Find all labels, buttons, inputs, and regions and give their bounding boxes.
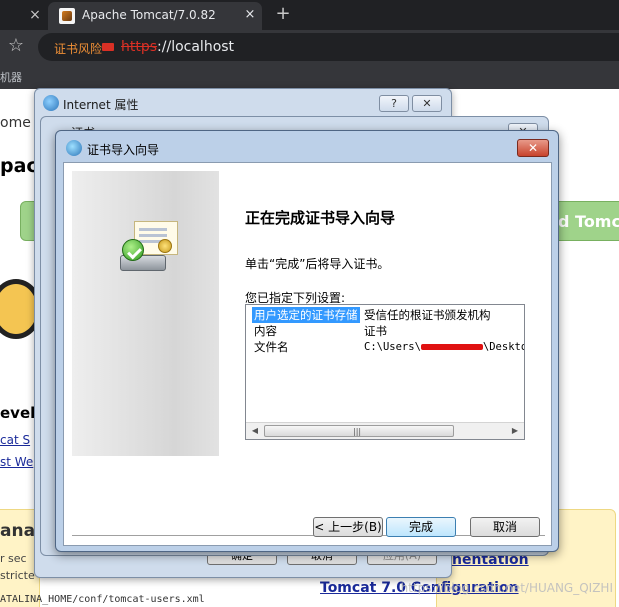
wizard-close-button[interactable]: ✕ [517, 139, 549, 157]
horizontal-scrollbar[interactable]: ◀ ||| ▶ [246, 422, 524, 439]
tab-close-icon[interactable]: × [242, 7, 258, 23]
wizard-title: 证书导入向导 [87, 143, 160, 157]
setting-key: 内容 [254, 324, 277, 338]
bookmark-item[interactable]: 机器 [0, 69, 22, 85]
inactive-tab-close-icon[interactable]: × [26, 6, 44, 24]
scroll-thumb[interactable]: ||| [264, 425, 454, 437]
scroll-left-icon[interactable]: ◀ [248, 425, 262, 437]
redaction-mark [420, 344, 483, 350]
help-button[interactable]: ? [379, 95, 409, 112]
url-host: ://localhost [157, 39, 235, 55]
browser-tab-bar: × Apache Tomcat/7.0.82 × + [0, 0, 619, 30]
wizard-description: 单击“完成”后将导入证书。 [245, 257, 390, 271]
setting-value: 受信任的根证书颁发机构 [364, 308, 491, 322]
file-path-prefix: C:\Users\ [364, 341, 421, 353]
wizard-heading: 正在完成证书导入向导 [245, 209, 396, 227]
developer-link-2[interactable]: st We [0, 455, 33, 469]
url-text[interactable]: https://localhost [121, 39, 234, 55]
tomcat-banner-text: d Tomc [558, 212, 619, 231]
wizard-title-icon [66, 140, 82, 156]
setting-value: 证书 [364, 324, 387, 338]
certificate-import-wizard: 证书导入向导 ✕ 正在完成证书导入向导 单击“完成”后将导入证书。 您已指定下列… [55, 130, 559, 552]
certificate-import-icon [120, 221, 182, 281]
bookmark-star-icon[interactable]: ☆ [5, 35, 27, 57]
finish-button[interactable]: 完成 [386, 517, 456, 537]
setting-key: 文件名 [254, 340, 289, 354]
url-scheme: https [121, 39, 158, 55]
watermark-text: https://blog.csdn.net/HUANG_QIZHI [400, 581, 613, 595]
wizard-titlebar[interactable]: 证书导入向导 ✕ [56, 131, 558, 161]
security-text-3: ATALINA_HOME/conf/tomcat-users.xml [0, 594, 205, 605]
insecure-warning-icon [102, 43, 114, 51]
wizard-cancel-button[interactable]: 取消 [470, 517, 540, 537]
wizard-content: 正在完成证书导入向导 单击“完成”后将导入证书。 您已指定下列设置: 用户选定的… [63, 162, 552, 546]
setting-value: C:\Users\ \Desktop [364, 339, 524, 355]
developer-link-1[interactable]: cat S [0, 433, 30, 447]
tab-title: Apache Tomcat/7.0.82 [82, 8, 216, 22]
list-item[interactable]: 用户选定的证书存储 受信任的根证书颁发机构 [246, 307, 524, 323]
scroll-right-icon[interactable]: ▶ [508, 425, 522, 437]
tomcat-favicon-icon [59, 8, 75, 24]
omnibox[interactable]: 证书风险 https://localhost [38, 33, 619, 61]
browser-address-bar: ☆ 证书风险 https://localhost [0, 30, 619, 63]
internet-globe-icon [43, 95, 59, 111]
bookmarks-bar: 机器 [0, 63, 619, 89]
wizard-side-panel [72, 171, 219, 456]
internet-properties-title: Internet 属性 [63, 98, 139, 112]
security-text-2: stricte [0, 569, 35, 582]
scroll-grip-icon: ||| [353, 427, 362, 436]
file-path-suffix: \Desktop [482, 341, 524, 353]
settings-list[interactable]: 用户选定的证书存储 受信任的根证书颁发机构 内容 证书 文件名 C:\Users… [245, 304, 525, 440]
cert-risk-warning[interactable]: 证书风险 [54, 40, 102, 57]
nav-home-text[interactable]: ome [0, 115, 31, 131]
certificate-seal-icon [158, 239, 172, 253]
manager-heading: ana [0, 521, 36, 541]
security-text-1: r sec [0, 552, 27, 565]
list-item[interactable]: 文件名 C:\Users\ \Desktop [246, 339, 524, 355]
back-button[interactable]: < 上一步(B) [313, 517, 383, 537]
internet-close-button[interactable]: ✕ [412, 95, 442, 112]
green-check-arrow-icon [122, 239, 144, 261]
browser-tab-active[interactable]: Apache Tomcat/7.0.82 × [48, 2, 262, 30]
new-tab-icon[interactable]: + [273, 4, 293, 24]
setting-key: 用户选定的证书存储 [252, 307, 360, 323]
list-item[interactable]: 内容 证书 [246, 323, 524, 339]
